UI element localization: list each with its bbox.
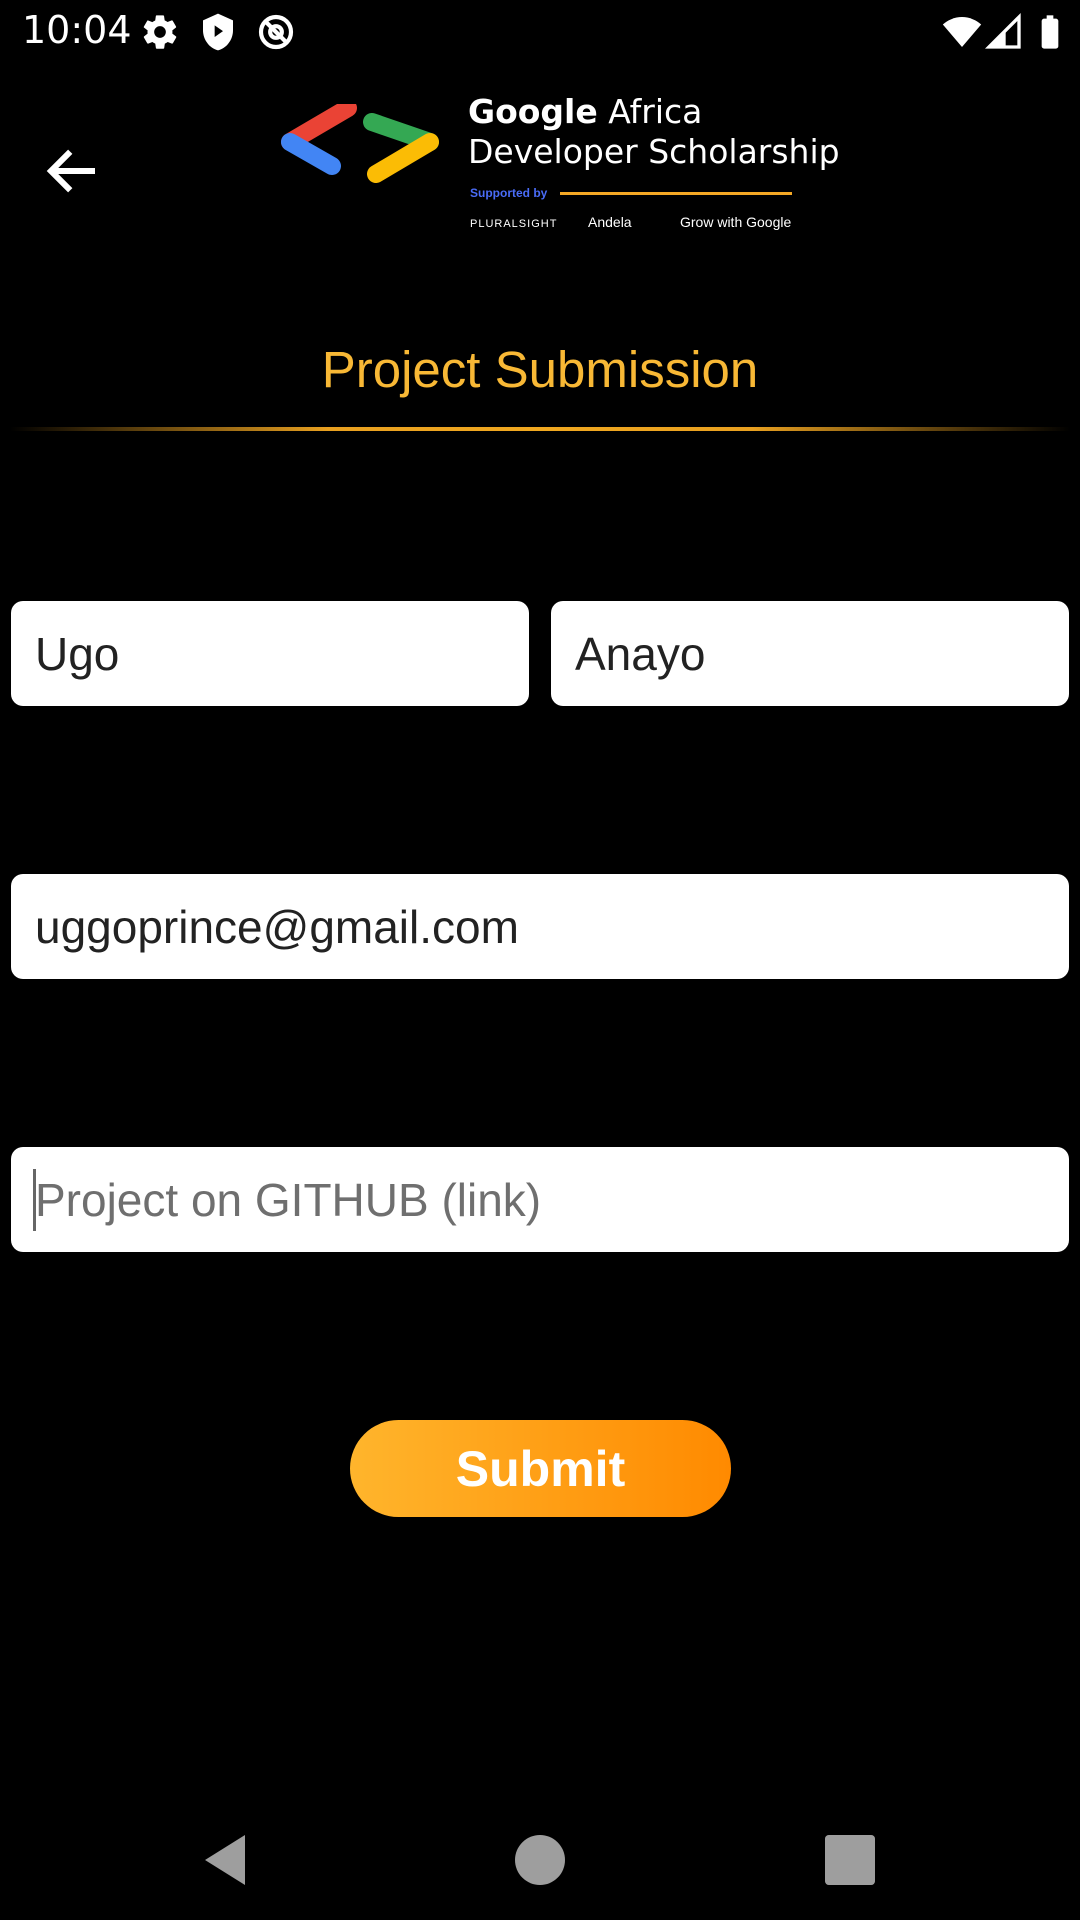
at-icon [258,14,294,50]
last-name-input[interactable] [573,625,1069,682]
supported-by-label: Supported by [470,186,548,200]
status-time: 10:04 [22,8,132,52]
sponsor-grow-with-google: Grow with Google [680,214,792,230]
code-brackets-icon [281,104,439,183]
email-input[interactable] [33,898,1069,955]
submit-button[interactable]: Submit [350,1420,731,1517]
gear-icon [143,15,177,49]
text-caret [33,1169,36,1231]
first-name-input[interactable] [33,625,529,682]
sponsor-andela: Andela [588,214,632,230]
gads-logo: Google Africa Developer Scholarship Supp… [280,92,840,244]
logo-subtitle: Developer Scholarship [468,132,840,171]
status-bar: 10:04 [0,0,1080,62]
wifi-icon [942,17,982,47]
email-field[interactable] [11,874,1069,979]
logo-title: Google Africa [468,92,703,131]
logo-divider [560,192,792,195]
sponsor-row: PLURALSIGHT Andela Grow with Google [470,214,800,244]
page-title: Project Submission [321,341,759,398]
github-link-field[interactable] [11,1147,1069,1252]
shield-icon [203,13,233,51]
battery-icon [1041,15,1059,49]
back-arrow-icon[interactable] [40,138,106,204]
last-name-field[interactable] [551,601,1069,706]
system-nav-bar [0,1800,1080,1920]
github-link-input[interactable] [33,1171,1069,1228]
title-divider [10,427,1070,431]
back-triangle-icon[interactable] [195,1830,255,1890]
first-name-field[interactable] [11,601,529,706]
sponsor-pluralsight: PLURALSIGHT [470,218,558,230]
recents-square-icon[interactable] [820,1830,880,1890]
signal-icon [984,12,1021,49]
home-circle-icon[interactable] [510,1830,570,1890]
